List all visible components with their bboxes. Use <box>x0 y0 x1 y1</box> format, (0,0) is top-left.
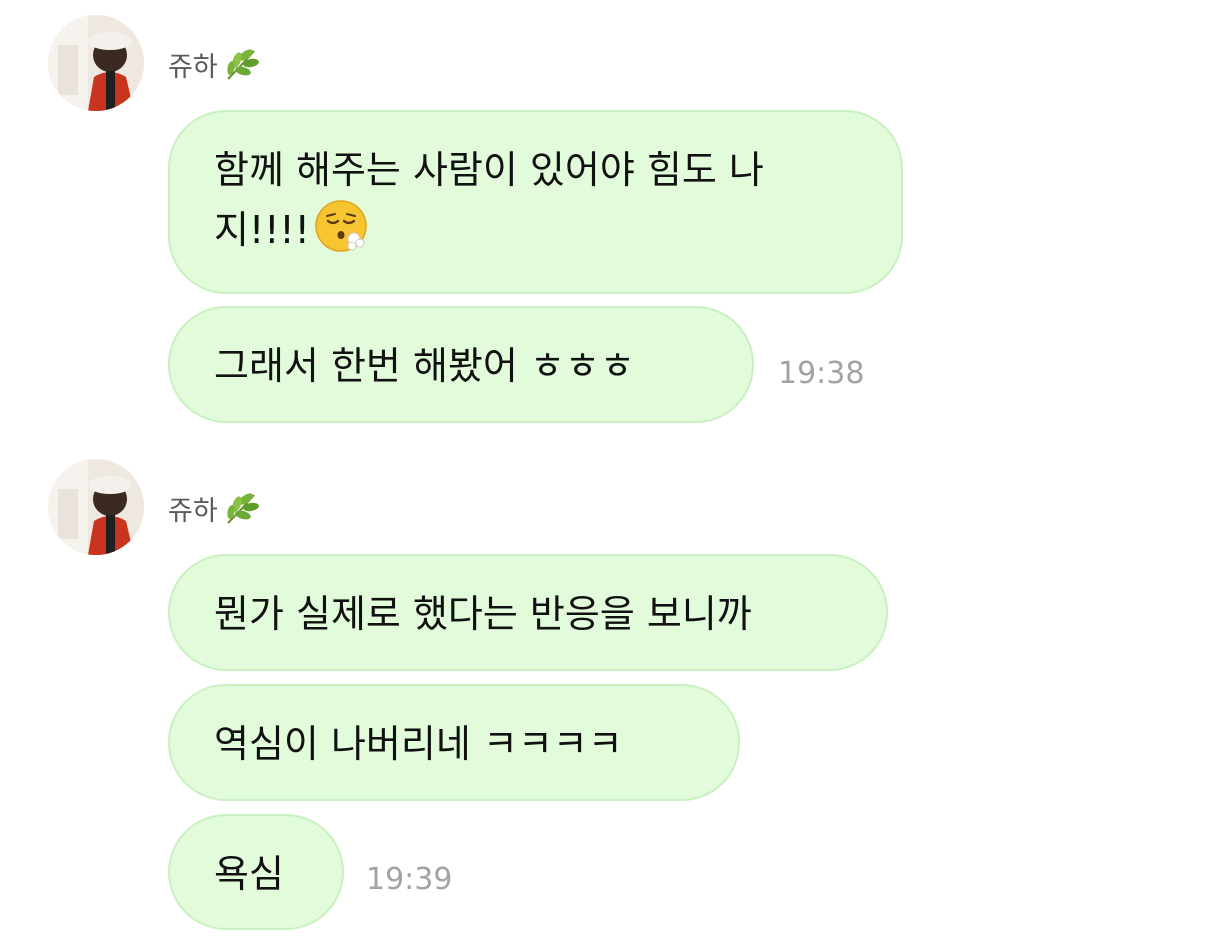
avatar[interactable] <box>48 15 144 111</box>
avatar[interactable] <box>48 459 144 555</box>
message-line: 함께 해주는 사람이 있어야 힘도 나 <box>214 148 764 192</box>
message-bubble[interactable]: 역심이 나버리네 ㅋㅋㅋㅋ <box>168 684 740 801</box>
message-line: 뭔가 실제로 했다는 반응을 보니까 <box>214 592 752 636</box>
message-timestamp: 19:38 <box>778 356 865 391</box>
herb-leaf-icon <box>222 489 260 527</box>
sender-name: 쥬하 <box>168 51 218 83</box>
message-line: 지!!!! <box>214 208 310 252</box>
sender-name-row: 쥬하 <box>168 44 260 84</box>
face-exhaling-icon <box>314 199 368 253</box>
herb-leaf-icon <box>222 45 260 83</box>
sender-name-row: 쥬하 <box>168 488 260 528</box>
message-timestamp: 19:39 <box>366 862 453 897</box>
message-bubble[interactable]: 함께 해주는 사람이 있어야 힘도 나 지!!!! <box>168 110 903 294</box>
sender-name: 쥬하 <box>168 495 218 527</box>
message-line: 그래서 한번 해봤어 ㅎㅎㅎ <box>214 344 635 388</box>
message-bubble[interactable]: 뭔가 실제로 했다는 반응을 보니까 <box>168 554 888 671</box>
message-bubble[interactable]: 그래서 한번 해봤어 ㅎㅎㅎ <box>168 306 754 423</box>
message-line: 역심이 나버리네 ㅋㅋㅋㅋ <box>214 722 623 766</box>
message-line-with-emoji: 지!!!! <box>214 199 857 257</box>
message-line: 욕심 <box>214 852 284 896</box>
message-bubble[interactable]: 욕심 <box>168 814 344 930</box>
